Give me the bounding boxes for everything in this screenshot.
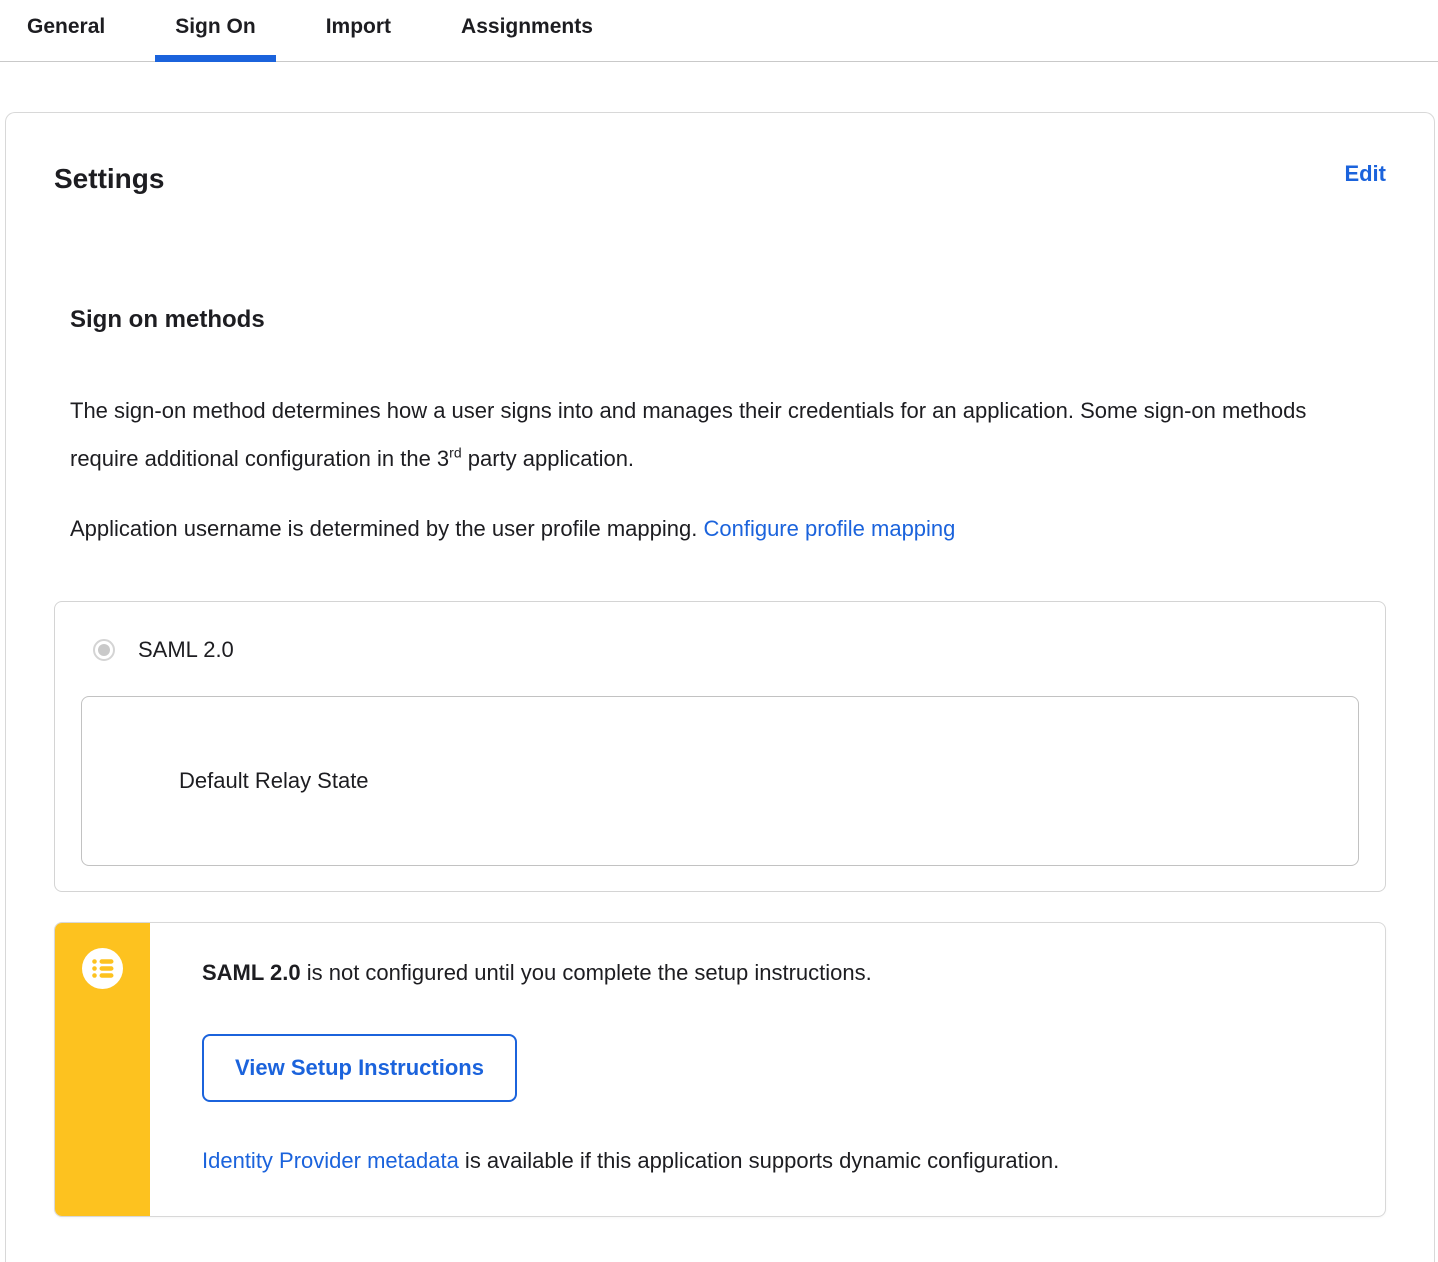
settings-card: Settings Edit Sign on methods The sign-o… — [5, 112, 1435, 1262]
tab-general[interactable]: General — [7, 15, 125, 62]
description-text-1: The sign-on method determines how a user… — [70, 398, 1307, 471]
description-superscript: rd — [449, 444, 462, 461]
description-text-2: party application. — [461, 446, 635, 471]
tab-assignments[interactable]: Assignments — [441, 15, 613, 62]
settings-card-header: Settings Edit — [54, 161, 1386, 197]
tab-import[interactable]: Import — [306, 15, 411, 62]
configure-profile-mapping-link[interactable]: Configure profile mapping — [703, 516, 955, 541]
warning-content: SAML 2.0 is not configured until you com… — [150, 923, 1385, 1216]
saml-radio-row[interactable]: SAML 2.0 — [81, 636, 1359, 664]
app-tab-bar: General Sign On Import Assignments — [0, 0, 1438, 62]
warning-message-text: is not configured until you complete the… — [300, 960, 872, 985]
view-setup-instructions-button[interactable]: View Setup Instructions — [202, 1034, 517, 1102]
page-title: Settings — [54, 163, 165, 194]
warning-message-bold: SAML 2.0 — [202, 960, 301, 985]
username-mapping-note: Application username is determined by th… — [70, 505, 1310, 553]
default-relay-state-label: Default Relay State — [179, 768, 369, 793]
saml-radio-button[interactable] — [93, 639, 115, 661]
sign-on-methods-heading: Sign on methods — [70, 306, 265, 333]
setup-instructions-list-icon — [82, 948, 123, 989]
saml-radio-label: SAML 2.0 — [138, 637, 234, 662]
metadata-note: Identity Provider metadata is available … — [202, 1146, 1337, 1176]
tab-sign-on[interactable]: Sign On — [155, 15, 276, 62]
metadata-note-text: is available if this application support… — [458, 1148, 1060, 1173]
username-note-text: Application username is determined by th… — [70, 516, 704, 541]
saml-method-box: SAML 2.0 Default Relay State — [54, 601, 1386, 892]
edit-link[interactable]: Edit — [1344, 161, 1386, 187]
warning-message: SAML 2.0 is not configured until you com… — [202, 958, 1337, 988]
warning-accent-bar — [55, 923, 150, 1216]
default-relay-state-field: Default Relay State — [81, 696, 1359, 866]
sign-on-description: The sign-on method determines how a user… — [70, 387, 1310, 483]
setup-warning-box: SAML 2.0 is not configured until you com… — [54, 922, 1386, 1217]
identity-provider-metadata-link[interactable]: Identity Provider metadata — [202, 1148, 459, 1173]
